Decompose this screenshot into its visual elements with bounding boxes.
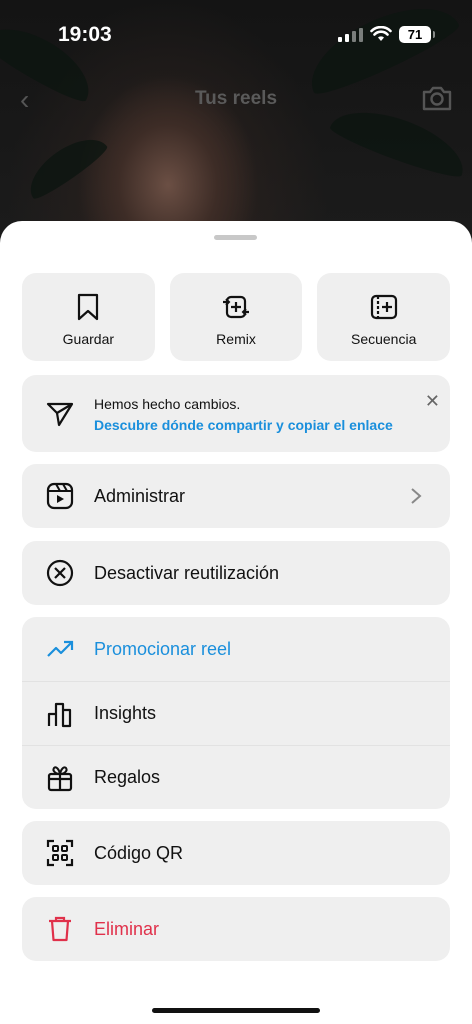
notice-title: Hemos hecho cambios. — [94, 396, 241, 412]
manage-label: Administrar — [94, 485, 186, 506]
send-icon — [46, 402, 74, 427]
action-tiles: Guardar Remix Secuencia — [22, 273, 451, 361]
sequence-icon — [370, 294, 397, 320]
gifts-label: Regalos — [94, 767, 161, 787]
promote-button[interactable]: Promocionar reel — [22, 617, 450, 681]
remix-label: Remix — [216, 331, 256, 347]
chevron-right-icon — [411, 488, 422, 504]
gift-icon — [46, 764, 74, 792]
bar-chart-icon — [46, 700, 74, 728]
manage-card: Administrar — [22, 464, 450, 528]
gifts-button[interactable]: Regalos — [22, 745, 450, 809]
home-indicator[interactable] — [152, 1008, 320, 1013]
changes-notice: Hemos hecho cambios. Descubre dónde comp… — [22, 375, 450, 452]
save-button[interactable]: Guardar — [22, 273, 155, 361]
sequence-label: Secuencia — [350, 331, 417, 347]
sequence-button[interactable]: Secuencia — [317, 273, 451, 361]
close-icon[interactable]: ✕ — [425, 391, 440, 412]
promote-label: Promocionar reel — [94, 638, 232, 659]
sheet-grabber[interactable] — [214, 235, 257, 240]
trash-icon — [46, 915, 74, 943]
delete-card: Eliminar — [22, 897, 450, 961]
disable-reuse-button[interactable]: Desactivar reutilización — [22, 541, 450, 605]
delete-label: Eliminar — [94, 918, 160, 939]
page-title: Tus reels — [194, 88, 278, 109]
manage-button[interactable]: Administrar — [22, 464, 450, 528]
top-nav: ‹ Tus reels — [0, 78, 472, 122]
remix-icon — [223, 295, 249, 319]
qr-card: Código QR — [22, 821, 450, 885]
camera-icon[interactable] — [421, 84, 453, 112]
wifi-icon — [370, 26, 392, 41]
disable-reuse-label: Desactivar reutilización — [94, 562, 280, 583]
insights-label: Insights — [94, 703, 157, 723]
status-bar: 19:03 71 — [0, 0, 472, 70]
save-label: Guardar — [62, 331, 115, 347]
options-sheet: Guardar Remix Secuencia Hemos hecho camb… — [0, 221, 472, 1024]
qr-code-button[interactable]: Código QR — [22, 821, 450, 885]
reuse-card: Desactivar reutilización — [22, 541, 450, 605]
qr-code-icon — [46, 839, 74, 867]
status-time: 19:03 — [58, 23, 112, 46]
remix-button[interactable]: Remix — [169, 273, 303, 361]
promo-card: Promocionar reel Insights Regalos — [22, 617, 450, 809]
reels-icon — [46, 482, 74, 510]
circle-x-icon — [46, 559, 74, 587]
trending-up-icon — [46, 635, 74, 663]
bookmark-icon — [78, 293, 99, 321]
insights-button[interactable]: Insights — [22, 681, 450, 745]
signal-icon — [338, 28, 363, 42]
battery-icon: 71 — [399, 26, 435, 43]
qr-code-label: Código QR — [94, 842, 184, 863]
delete-button[interactable]: Eliminar — [22, 897, 450, 961]
notice-link[interactable]: Descubre dónde compartir y copiar el enl… — [94, 417, 404, 433]
